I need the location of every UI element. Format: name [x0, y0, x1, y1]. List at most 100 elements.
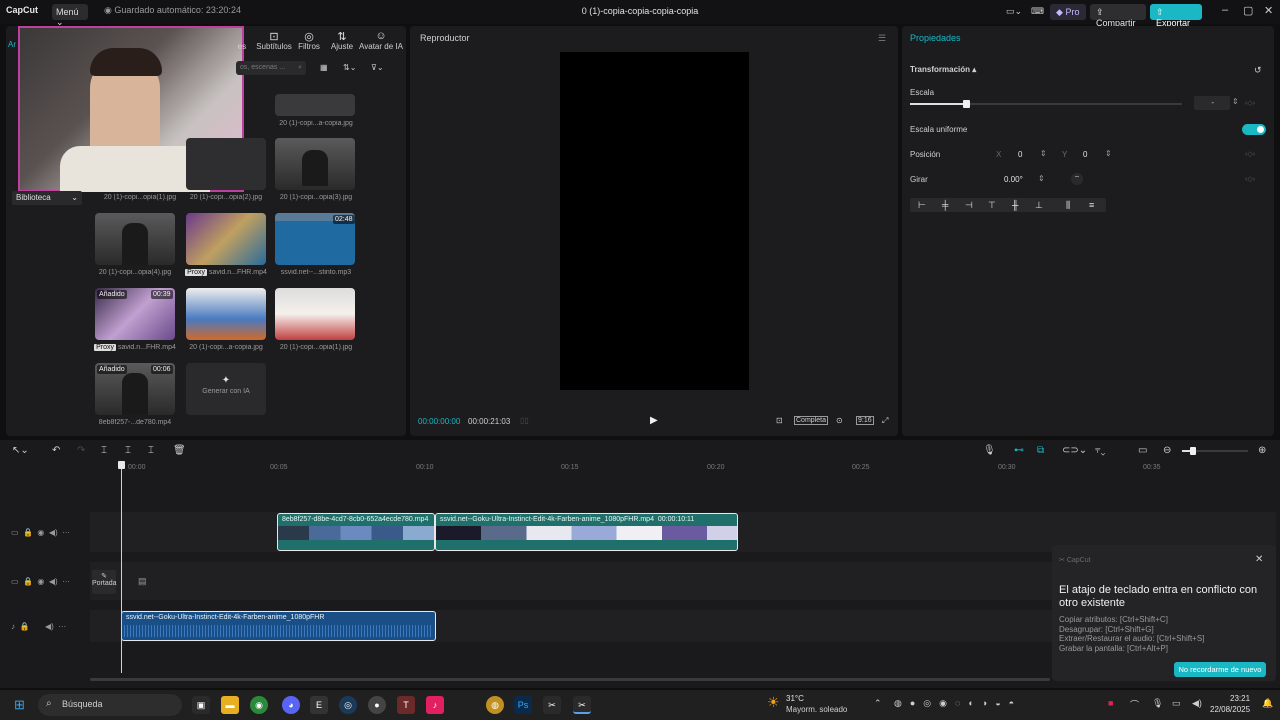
redo-icon[interactable]: ↷ [77, 445, 85, 456]
text-app-icon[interactable]: T [397, 696, 415, 714]
clock-time[interactable]: 23:21 [1230, 694, 1250, 703]
capcut-active-icon[interactable]: ✂ [573, 696, 591, 714]
sort-icon[interactable]: ⇅⌄ [343, 63, 356, 72]
chrome-icon[interactable]: ◉ [250, 696, 268, 714]
generate-ai-button[interactable]: ✦ Generar con IA [186, 363, 266, 415]
tiktok-icon[interactable]: ♪ [426, 696, 444, 714]
discord-icon[interactable]: ◕ [282, 696, 300, 714]
full-quality-button[interactable]: Completa [794, 416, 828, 425]
keyframe-icon[interactable]: ‹◇› [1245, 99, 1255, 107]
video-preview[interactable] [560, 52, 749, 390]
zoom-out-icon[interactable]: ⊖ [1163, 445, 1171, 456]
timeline-scrollbar[interactable] [90, 678, 1050, 681]
steam-icon[interactable]: ◎ [339, 696, 357, 714]
fullscreen-icon[interactable]: ⤢ [882, 416, 888, 426]
mic-icon[interactable]: 🎙 [983, 445, 996, 456]
media-search-input[interactable]: os, escenas ... ⌕ [236, 61, 306, 75]
play-button[interactable]: ▶ [650, 415, 658, 426]
dont-remind-button[interactable]: No recordarme de nuevo [1174, 662, 1266, 677]
snapshot-icon[interactable]: ⊙ [836, 416, 843, 425]
media-item[interactable] [95, 213, 175, 265]
pos-y-input[interactable]: 0 [1083, 150, 1087, 159]
tab-subtitles[interactable]: ⊡ Subtítulos [254, 30, 294, 51]
keyframe-icon[interactable]: ‹◇› [1245, 150, 1255, 158]
cover-button[interactable]: ✎ Portada [92, 570, 117, 594]
playhead[interactable] [121, 463, 122, 673]
track-controls[interactable]: ▭ 🔒 ◉ ◀) ··· [11, 577, 70, 586]
delete-icon[interactable]: 🗑 [173, 445, 186, 456]
task-view-icon[interactable]: ▣ [192, 696, 210, 714]
split-left-icon[interactable]: ⌶ [125, 445, 131, 456]
zoom-slider-knob[interactable] [1190, 447, 1196, 455]
network-icon[interactable]: ▭ [1172, 698, 1181, 709]
media-item[interactable] [186, 213, 266, 265]
split-icon[interactable]: ⌶ [101, 445, 107, 456]
caption-icon[interactable]: ▭ [1138, 445, 1147, 456]
app-icon[interactable]: ◍ [486, 696, 504, 714]
media-item[interactable] [186, 138, 266, 190]
zoom-in-icon[interactable]: ⊕ [1258, 445, 1266, 456]
keyframe-icon[interactable]: ‹◇› [1245, 175, 1255, 183]
project-title[interactable]: 0 (1)-copia-copia-copia-copia [480, 6, 800, 16]
close-icon[interactable]: ✕ [1264, 4, 1273, 17]
select-tool-icon[interactable]: ↖⌄ [12, 445, 29, 456]
undo-icon[interactable]: ↶ [52, 445, 60, 456]
playhead-handle[interactable] [118, 461, 125, 469]
pro-button[interactable]: ◆ Pro [1050, 4, 1086, 20]
align-bottom-icon[interactable]: ⊥ [1035, 200, 1043, 211]
volume-icon[interactable]: ◀) [1192, 698, 1202, 709]
crop-icon[interactable]: ⊡ [776, 416, 783, 425]
media-tab[interactable]: Ar [8, 40, 16, 49]
align-middle-v-icon[interactable]: ╫ [1012, 200, 1018, 210]
wifi-icon[interactable]: ⌒ [1130, 698, 1139, 711]
video-clip-1[interactable]: 8eb8f257-d8be-4cd7-8cb0-652a4ecde780.mp4 [277, 513, 435, 551]
align-right-icon[interactable]: ⊣ [965, 200, 973, 211]
close-icon[interactable]: ✕ [1255, 554, 1263, 565]
magnet-icon[interactable]: ⊷ [1014, 445, 1024, 456]
track-controls[interactable]: ▭ 🔒 ◉ ◀) ··· [11, 528, 70, 537]
rotate-input[interactable]: 0.00° [1004, 175, 1023, 184]
media-item[interactable] [275, 138, 355, 190]
mic-icon[interactable]: 🎙 [1152, 698, 1163, 709]
transform-section[interactable]: Transformación ▴ [910, 65, 976, 74]
split-right-icon[interactable]: ⌶ [148, 445, 154, 456]
stepper-icon[interactable]: ⇕ [1232, 97, 1239, 106]
epic-games-icon[interactable]: E [310, 696, 328, 714]
minimize-icon[interactable]: – [1222, 4, 1228, 16]
stepper-icon[interactable]: ⇕ [1040, 149, 1047, 158]
tab-adjust[interactable]: ⇅ Ajuste [322, 30, 362, 51]
link-icon[interactable]: ⊂⊃⌄ [1062, 445, 1087, 456]
menu-button[interactable]: Menú ⌄ [52, 4, 88, 27]
windows-start-icon[interactable]: ⊞ [14, 697, 25, 713]
scale-slider-knob[interactable] [963, 100, 970, 108]
chevron-up-icon[interactable]: ⌃ [874, 698, 882, 709]
align-center-h-icon[interactable]: ╪ [942, 200, 948, 210]
rotate-dial[interactable]: – [1071, 173, 1083, 185]
media-item[interactable] [186, 288, 266, 340]
linkage-icon[interactable]: ⧉ [1037, 445, 1044, 456]
pos-x-input[interactable]: 0 [1018, 150, 1022, 159]
capcut-icon[interactable]: ✂ [543, 696, 561, 714]
filter-icon[interactable]: ⊽⌄ [371, 63, 384, 72]
uniform-scale-toggle[interactable] [1242, 124, 1266, 135]
library-dropdown[interactable]: Biblioteca ⌄ [12, 191, 82, 205]
media-item[interactable] [275, 94, 355, 116]
media-item[interactable] [275, 288, 355, 340]
tab-properties[interactable]: Propiedades [910, 33, 961, 43]
track-controls[interactable]: ♪ 🔒 ◀) ··· [11, 622, 66, 631]
notification-icon[interactable]: 🔔 [1262, 698, 1273, 709]
distribute-h-icon[interactable]: ⫼ [1066, 200, 1070, 211]
clock-date[interactable]: 22/08/2025 [1210, 705, 1250, 714]
distribute-v-icon[interactable]: ≡ [1089, 200, 1094, 210]
tab-ai-avatar[interactable]: ☺ Avatar de IA [358, 30, 404, 51]
stepper-icon[interactable]: ⇕ [1038, 174, 1045, 183]
scale-input[interactable]: - [1194, 96, 1230, 110]
keyboard-icon[interactable]: ⌨ [1031, 6, 1044, 17]
weather-icon[interactable]: ☀ [767, 694, 780, 711]
video-clip-2[interactable]: ssvid.net--Goku-Ultra-Instinct-Edit-4k-F… [435, 513, 738, 551]
photoshop-icon[interactable]: Ps [514, 696, 532, 714]
tray-icons[interactable]: ◍●◎◉◌◐◑◒◓ [894, 698, 1022, 709]
taskbar-search[interactable]: Búsqueda [38, 694, 182, 716]
export-button[interactable]: ⇧ Exportar [1150, 4, 1202, 28]
obs-icon[interactable]: ● [368, 696, 386, 714]
